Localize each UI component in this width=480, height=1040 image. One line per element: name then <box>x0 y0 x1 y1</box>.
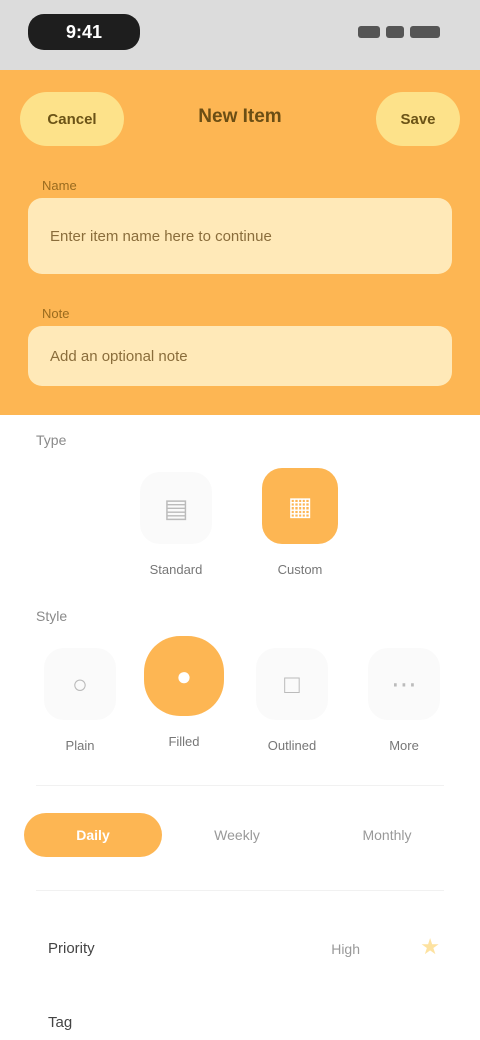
tile-label: More <box>389 738 419 753</box>
wifi-icon <box>386 26 404 38</box>
segment-weekly[interactable]: Weekly <box>172 813 302 857</box>
segment-monthly[interactable]: Monthly <box>318 813 456 857</box>
page-title: New Item <box>198 106 282 127</box>
tile-label: Standard <box>149 562 203 577</box>
style-tile-filled[interactable]: ● Filled <box>144 636 224 749</box>
dots-icon: ⋯ <box>368 648 440 720</box>
header: Cancel New Item Save Name Enter item nam… <box>0 70 480 415</box>
type-tile-standard[interactable]: ▤ Standard <box>140 472 212 577</box>
priority-row-label[interactable]: Priority <box>48 940 95 957</box>
battery-icon <box>410 26 440 38</box>
tile-label: Outlined <box>267 738 317 753</box>
tile-label: Custom <box>277 562 323 577</box>
style-section-title: Style <box>36 608 68 624</box>
grid-icon: ▦ <box>262 468 338 544</box>
star-icon[interactable]: ★ <box>420 934 440 960</box>
tile-label: Filled <box>168 734 200 749</box>
status-time: 9:41 <box>28 14 140 50</box>
tile-label: Plain <box>65 738 95 753</box>
name-field[interactable]: Enter item name here to continue <box>28 198 452 274</box>
priority-row-value: High <box>331 941 360 957</box>
note-field-label: Note <box>42 306 70 321</box>
signal-icon <box>358 26 380 38</box>
square-icon: □ <box>256 648 328 720</box>
divider <box>36 890 444 891</box>
name-field-label: Name <box>42 178 77 193</box>
save-button[interactable]: Save <box>376 92 460 146</box>
status-icons <box>350 24 440 40</box>
cancel-button[interactable]: Cancel <box>20 92 124 146</box>
type-section-title: Type <box>36 432 67 448</box>
status-bar: 9:41 <box>0 0 480 70</box>
header-row: Cancel New Item Save <box>20 92 460 146</box>
segment-daily[interactable]: Daily <box>24 813 162 857</box>
note-field[interactable]: Add an optional note <box>28 326 452 386</box>
type-tile-custom[interactable]: ▦ Custom <box>262 468 338 577</box>
style-tile-more[interactable]: ⋯ More <box>368 648 440 753</box>
style-tile-plain[interactable]: ○ Plain <box>44 648 116 753</box>
divider <box>36 785 444 786</box>
style-tile-outlined[interactable]: □ Outlined <box>256 648 328 753</box>
circle-filled-icon: ● <box>144 636 224 716</box>
tag-row-label[interactable]: Tag <box>48 1014 72 1031</box>
circle-icon: ○ <box>44 648 116 720</box>
document-icon: ▤ <box>140 472 212 544</box>
